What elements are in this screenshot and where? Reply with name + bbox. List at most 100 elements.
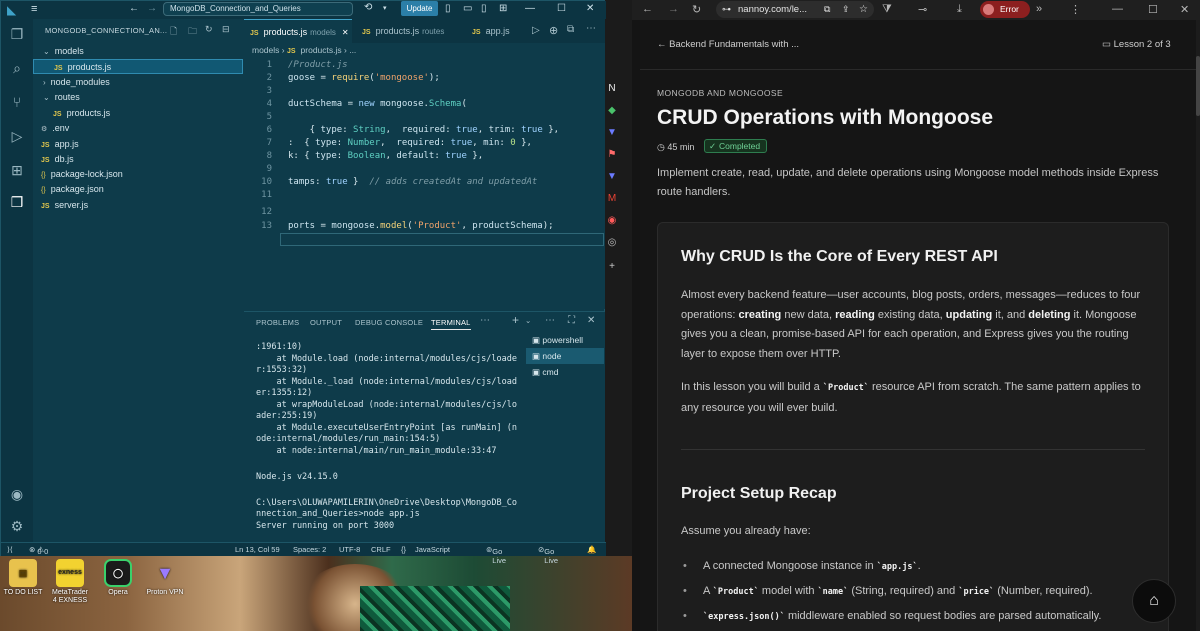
- more-icon[interactable]: ⋯: [480, 315, 490, 326]
- tree-file-models-products[interactable]: JS products.js: [33, 59, 243, 74]
- forward-arrow-icon[interactable]: →: [147, 3, 157, 14]
- address-bar[interactable]: ⊶ nannoy.com/le... ⧉ ⇪ ☆: [716, 1, 874, 18]
- globe-icon[interactable]: ⊕: [549, 24, 558, 37]
- chevron-down-icon[interactable]: ▾: [383, 4, 387, 12]
- flag-icon[interactable]: ⚑: [606, 149, 618, 161]
- desktop-icon-todo[interactable]: ▤ TO DO LIST: [3, 559, 43, 597]
- tree-folder-node-modules[interactable]: › node_modules: [33, 75, 243, 90]
- toggle-sidebar-icon[interactable]: ▯: [445, 3, 451, 14]
- cursor-position[interactable]: Ln 13, Col 59: [235, 545, 280, 554]
- account-icon[interactable]: ◉: [8, 485, 26, 503]
- bookmark-star-icon[interactable]: ☆: [859, 1, 868, 18]
- tree-file-routes-products[interactable]: JS products.js: [33, 106, 243, 121]
- close-icon[interactable]: ✕: [586, 3, 594, 14]
- more-menu-icon[interactable]: ⋮: [1070, 3, 1081, 16]
- run-debug-icon[interactable]: ▷: [8, 127, 26, 145]
- language-status[interactable]: JavaScript: [415, 545, 450, 554]
- site-info-icon[interactable]: ⊶: [722, 1, 731, 18]
- update-button[interactable]: Update: [401, 1, 438, 16]
- new-terminal-icon[interactable]: +: [512, 313, 519, 327]
- toggle-secondary-sidebar-icon[interactable]: ▯: [481, 3, 487, 14]
- share-icon[interactable]: ⇪: [842, 1, 850, 18]
- tab-debug-console[interactable]: DEBUG CONSOLE: [355, 318, 423, 327]
- command-search-input[interactable]: MongoDB_Connection_and_Queries: [163, 2, 353, 16]
- back-icon[interactable]: ←: [642, 3, 653, 15]
- tree-folder-routes[interactable]: ⌄ routes: [33, 90, 243, 105]
- tree-file-package[interactable]: {} package.json: [33, 182, 243, 197]
- tab-app[interactable]: JS app.js: [466, 19, 522, 43]
- braces-icon[interactable]: {}: [401, 545, 406, 554]
- back-to-course-link[interactable]: ← Backend Fundamentals with ...: [657, 39, 799, 50]
- extensions-puzzle-icon[interactable]: ⧩: [882, 3, 892, 16]
- search-icon[interactable]: ⌕: [8, 59, 26, 77]
- desktop-icon-protonvpn[interactable]: ▼ Proton VPN: [145, 559, 185, 597]
- explorer-icon[interactable]: ❐: [8, 25, 26, 43]
- tree-file-db[interactable]: JS db.js: [33, 152, 243, 167]
- terminal-item-node[interactable]: ▣ node: [526, 348, 604, 364]
- tree-file-env[interactable]: ⚙ .env: [33, 121, 243, 136]
- minimize-icon[interactable]: —: [525, 3, 535, 14]
- close-panel-icon[interactable]: ✕: [587, 315, 596, 326]
- tab-models-products[interactable]: JS products.js models ✕: [244, 19, 352, 43]
- go-live-status-1[interactable]: ⊚ Go Live: [486, 545, 506, 565]
- download-icon[interactable]: ⤓: [957, 3, 962, 16]
- tree-folder-models[interactable]: ⌄ models: [33, 44, 243, 59]
- record-icon[interactable]: ◉: [606, 215, 618, 227]
- new-file-icon[interactable]: 🗋: [170, 24, 178, 40]
- reload-icon[interactable]: ↻: [692, 3, 701, 16]
- desktop-icon-metatrader[interactable]: exness MetaTrader 4 EXNESS: [50, 559, 90, 605]
- scrollbar-thumb[interactable]: [1196, 56, 1200, 116]
- problems-status[interactable]: ⊗ 0 ⚠ 0: [29, 545, 48, 556]
- more-tabs-icon[interactable]: »: [1036, 3, 1042, 15]
- menu-icon[interactable]: ≡: [31, 3, 37, 15]
- maximize-icon[interactable]: ☐: [1148, 3, 1158, 16]
- extensions-icon[interactable]: ⊞: [8, 161, 26, 179]
- chrome-icon[interactable]: ◎: [606, 237, 618, 249]
- more-actions-icon[interactable]: ⋯: [586, 23, 596, 34]
- terminal-item-powershell[interactable]: ▣ powershell: [526, 332, 604, 348]
- tree-file-package-lock[interactable]: {} package-lock.json: [33, 167, 243, 182]
- tab-routes-products[interactable]: JS products.js routes: [356, 19, 460, 43]
- settings-gear-icon[interactable]: ⚙: [8, 517, 26, 535]
- eol-status[interactable]: CRLF: [371, 545, 391, 554]
- close-icon[interactable]: ✕: [1180, 3, 1189, 16]
- more-actions-icon[interactable]: ⋯: [545, 315, 555, 326]
- copilot-icon[interactable]: ⟲: [364, 2, 372, 13]
- desktop-icon-opera[interactable]: ◯ Opera: [98, 559, 138, 597]
- chevron-down-icon[interactable]: ⌄: [525, 316, 531, 325]
- split-editor-icon[interactable]: ⧉: [567, 24, 574, 35]
- minimize-icon[interactable]: —: [1112, 3, 1123, 15]
- new-folder-icon[interactable]: 🗀: [188, 24, 197, 40]
- forward-icon[interactable]: →: [668, 3, 679, 15]
- install-app-icon[interactable]: ⧉: [824, 1, 830, 18]
- tree-file-app[interactable]: JS app.js: [33, 137, 243, 152]
- source-control-icon[interactable]: ⑂: [8, 93, 26, 111]
- gmail-icon[interactable]: M: [606, 193, 618, 205]
- proton-icon[interactable]: ▼: [606, 171, 618, 183]
- link-icon[interactable]: ⊸: [918, 3, 927, 16]
- remote-icon[interactable]: ⟩⟨: [7, 545, 13, 554]
- profile-error-button[interactable]: Error: [980, 1, 1030, 18]
- page-scrollbar[interactable]: [1196, 20, 1200, 631]
- terminal-item-cmd[interactable]: ▣ cmd: [526, 364, 604, 380]
- layout-icon[interactable]: ⊞: [499, 3, 507, 14]
- tab-problems[interactable]: PROBLEMS: [256, 318, 299, 327]
- refresh-icon[interactable]: ↻: [205, 24, 213, 35]
- maximize-panel-icon[interactable]: ⛶: [568, 315, 575, 326]
- toggle-panel-icon[interactable]: ▭: [463, 3, 472, 14]
- encoding-status[interactable]: UTF-8: [339, 545, 360, 554]
- tab-output[interactable]: OUTPUT: [310, 318, 342, 327]
- tree-file-server[interactable]: JS server.js: [33, 198, 243, 213]
- indentation-status[interactable]: Spaces: 2: [293, 545, 326, 554]
- notion-icon[interactable]: N: [606, 83, 618, 95]
- run-icon[interactable]: ▷: [532, 25, 540, 36]
- notifications-icon[interactable]: 🔔: [587, 545, 596, 554]
- collapse-all-icon[interactable]: ⊟: [222, 24, 230, 35]
- proton-icon[interactable]: ▼: [606, 127, 618, 139]
- leaf-icon[interactable]: ◆: [606, 105, 618, 117]
- maximize-icon[interactable]: ☐: [557, 3, 566, 14]
- add-icon[interactable]: +: [606, 261, 618, 273]
- tab-close-icon[interactable]: ✕: [342, 28, 349, 37]
- back-arrow-icon[interactable]: ←: [129, 3, 139, 14]
- go-live-status-2[interactable]: ⊘ Go Live: [538, 545, 558, 565]
